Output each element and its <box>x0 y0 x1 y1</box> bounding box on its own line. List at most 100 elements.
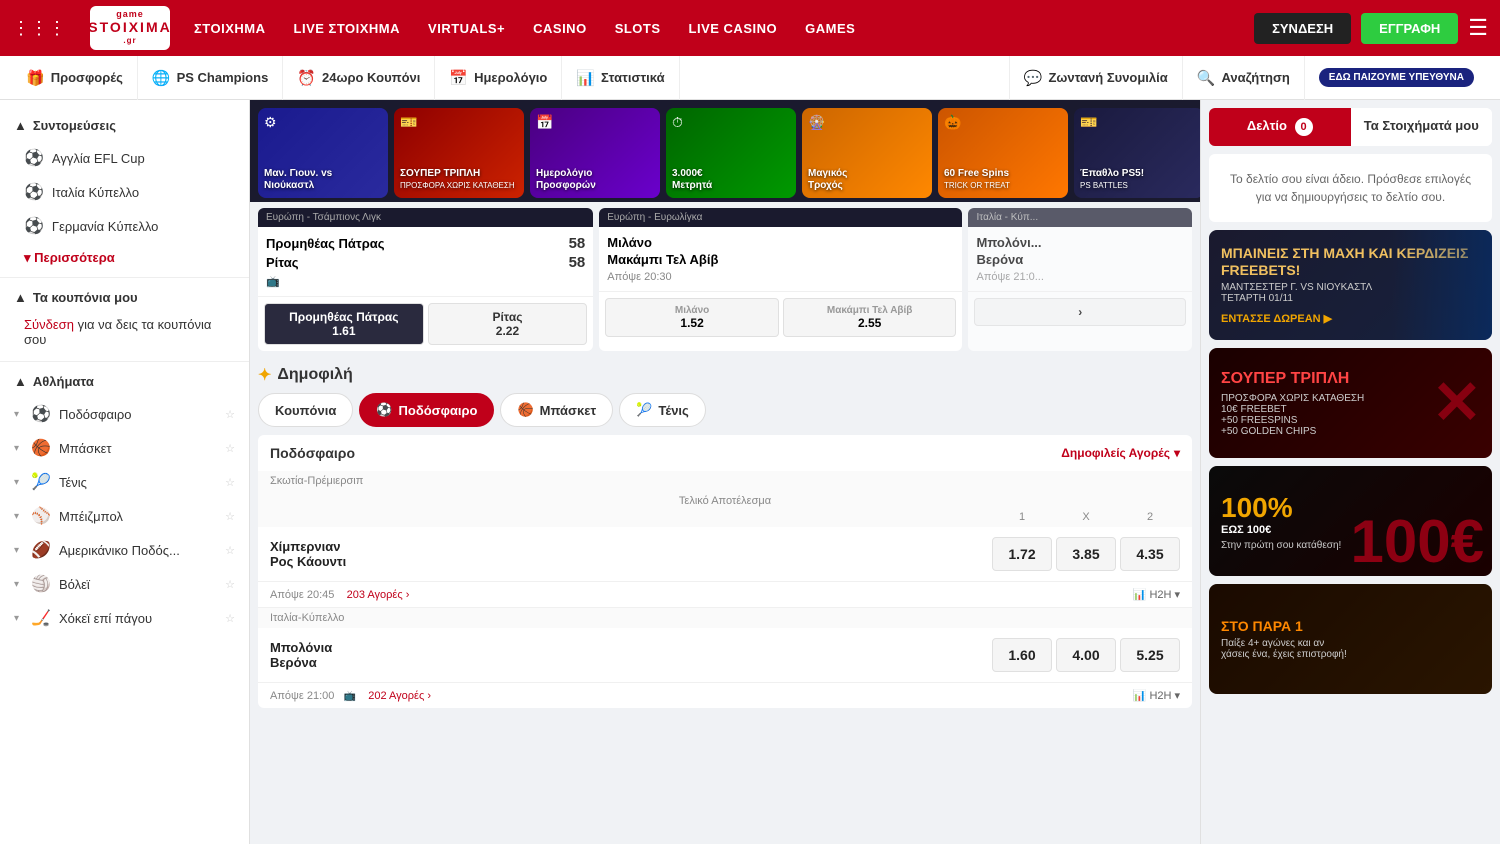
live-card-euro: Ευρώπη - Ευρωλίγκα Μιλάνο Μακάμπι Τελ Αβ… <box>599 208 962 351</box>
promo-banner-100[interactable]: 100% ΕΩΣ 100€ Στην πρώτη σου κατάθεση! 1… <box>1209 466 1492 576</box>
odd-btn-1-2[interactable]: 4.35 <box>1120 537 1180 571</box>
live-btn-odd1[interactable]: Μιλάνο 1.52 <box>605 298 779 337</box>
promo-card-4[interactable]: 🎡 ΜαγικόςΤροχός <box>802 108 932 198</box>
soccer-icon-3: ⚽ <box>24 216 44 236</box>
match-team2-2: Βερόνα <box>270 655 984 670</box>
promo-banner-para1-sub: Παίξε 4+ αγώνες και ανχάσεις ένα, έχεις … <box>1221 638 1480 660</box>
h2h-btn-2[interactable]: 📊 H2H ▾ <box>1133 689 1180 702</box>
nav-responsible[interactable]: ΕΔΩ ΠΑΙΖΟΥΜΕ ΥΠΕΥΘΥΝΑ <box>1304 56 1488 100</box>
odd-btn-1-x[interactable]: 3.85 <box>1056 537 1116 571</box>
betslip-tab-active[interactable]: Δελτίο 0 <box>1209 108 1351 146</box>
promo-card-2[interactable]: 📅 ΗμερολόγιοΠροσφορών <box>530 108 660 198</box>
sports-header[interactable]: ▲ Αθλήματα <box>0 366 249 397</box>
nav-slots[interactable]: SLOTS <box>615 21 661 36</box>
tab-tennis[interactable]: 🎾 Τένις <box>619 393 706 427</box>
match-footer-2: Απόψε 21:00 📺 202 Αγορές › 📊 H2H ▾ <box>258 683 1192 708</box>
star-icon-3[interactable]: ☆ <box>225 476 235 489</box>
promo-card-6[interactable]: 🎫 Έπαθλο PS5!PS BATTLES <box>1074 108 1200 198</box>
sidebar-item-efl[interactable]: ⚽ Αγγλία EFL Cup <box>0 141 249 175</box>
nav-virtuals[interactable]: VIRTUALS+ <box>428 21 505 36</box>
live-btn-team1-label: Προμηθέας Πάτρας <box>269 310 419 324</box>
markets-arrow-2: › <box>427 690 431 702</box>
promo-card-0[interactable]: ⚙ Μαν. Γιουν. vsΝιούκαστλ <box>258 108 388 198</box>
coupons-header[interactable]: ▲ Τα κουπόνια μου <box>0 282 249 313</box>
star-icon-2[interactable]: ☆ <box>225 442 235 455</box>
sidebar-sport-tennis[interactable]: ▾ 🎾 Τένις ☆ <box>0 465 249 499</box>
arrow-up-icon-2: ▲ <box>14 290 27 305</box>
nav-calendar[interactable]: 📅 Ημερολόγιο <box>435 56 562 100</box>
arrow-down-icon-8: ▾ <box>14 613 19 624</box>
live-next-btn[interactable]: › <box>974 298 1186 326</box>
promo-icon-4: 🎡 <box>808 114 825 131</box>
left-sidebar: ▲ Συντομεύσεις ⚽ Αγγλία EFL Cup ⚽ Ιταλία… <box>0 100 250 844</box>
sport-american-football-label: Αμερικάνικο Ποδός... <box>59 543 180 558</box>
star-icon-4[interactable]: ☆ <box>225 510 235 523</box>
odd-btn-2-1[interactable]: 1.60 <box>992 638 1052 672</box>
shortcuts-header[interactable]: ▲ Συντομεύσεις <box>0 110 249 141</box>
nav-24hr-label: 24ωρο Κουπόνι <box>322 70 420 85</box>
sidebar-item-italy[interactable]: ⚽ Ιταλία Κύπελλο <box>0 175 249 209</box>
center-content: ⚙ Μαν. Γιουν. vsΝιούκαστλ 🎫 ΣΟΥΠΕΡ ΤΡΙΠΛ… <box>250 100 1200 844</box>
sidebar-sport-hockey[interactable]: ▾ 🏒 Χόκεϊ επί πάγου ☆ <box>0 601 249 635</box>
sidebar-sport-volleyball[interactable]: ▾ 🏐 Βόλεϊ ☆ <box>0 567 249 601</box>
betslip-tab-label: Δελτίο <box>1247 118 1287 133</box>
promo-banner-freebets[interactable]: ΜΠΑΙΝΕΙΣ ΣΤΗ ΜΑΧΗ ΚΑΙ ΚΕΡΔΙΖΕΙΣ FREEBETS… <box>1209 230 1492 340</box>
promo-card-5[interactable]: 🎃 60 Free SpinsTRICK OR TREAT <box>938 108 1068 198</box>
live-btn-odd2[interactable]: Μακάμπι Τελ Αβίβ 2.55 <box>783 298 957 337</box>
grid-icon[interactable]: ⋮⋮⋮ <box>12 18 66 39</box>
nav-live-chat[interactable]: 💬 Ζωντανή Συνομιλία <box>1009 56 1182 100</box>
markets-count-1[interactable]: 203 Αγορές <box>347 589 403 601</box>
register-button[interactable]: ΕΓΓΡΑΦΗ <box>1361 13 1458 44</box>
my-bets-tab[interactable]: Τα Στοιχήματά μου <box>1351 108 1493 146</box>
signin-button[interactable]: ΣΥΝΔΕΣΗ <box>1254 13 1351 44</box>
live-card-italy: Ιταλία - Κύπ... Μπολόνι... Βερόνα Απόψε … <box>968 208 1192 351</box>
live-btn-team1[interactable]: Προμηθέας Πάτρας 1.61 <box>264 303 424 345</box>
nav-chat-label: Ζωντανή Συνομιλία <box>1048 70 1167 85</box>
promo-card-1[interactable]: 🎫 ΣΟΥΠΕΡ ΤΡΙΠΛΗΠΡΟΣΦΟΡΑ ΧΩΡΙΣ ΚΑΤΑΘΕΣΗ <box>394 108 524 198</box>
login-link[interactable]: Σύνδεση <box>24 317 74 332</box>
nav-casino[interactable]: CASINO <box>533 21 587 36</box>
star-icon-7[interactable]: ☆ <box>225 612 235 625</box>
promo-banner-triple[interactable]: ΣΟΥΠΕΡ ΤΡΙΠΛΗ ΠΡΟΣΦΟΡΑ ΧΩΡΙΣ ΚΑΤΑΘΕΣΗ10€… <box>1209 348 1492 458</box>
tab-coupons[interactable]: Κουπόνια <box>258 393 353 427</box>
sidebar-efl-label: Αγγλία EFL Cup <box>52 151 145 166</box>
nav-stoixima[interactable]: ΣΤΟΙΧΗΜΑ <box>194 21 266 36</box>
nav-search[interactable]: 🔍 Αναζήτηση <box>1182 56 1304 100</box>
nav-live-casino[interactable]: LIVE CASINO <box>689 21 778 36</box>
live-card-footer-3: › <box>968 291 1192 332</box>
popular-section: ✦ Δημοφιλή Κουπόνια ⚽ Ποδόσφαιρο 🏀 Μπάσκ… <box>250 357 1200 708</box>
star-icon[interactable]: ☆ <box>225 408 235 421</box>
sidebar-sport-american-football[interactable]: ▾ 🏈 Αμερικάνικο Ποδός... ☆ <box>0 533 249 567</box>
sidebar-sport-basketball[interactable]: ▾ 🏀 Μπάσκετ ☆ <box>0 431 249 465</box>
nav-24hr-coupon[interactable]: ⏰ 24ωρο Κουπόνι <box>283 56 435 100</box>
nav-offers[interactable]: 🎁 Προσφορές <box>12 56 138 100</box>
popular-tabs: Κουπόνια ⚽ Ποδόσφαιρο 🏀 Μπάσκετ 🎾 Τένις <box>258 393 1192 427</box>
sidebar-more-shortcuts[interactable]: ▾ Περισσότερα <box>0 243 249 273</box>
popular-markets-link[interactable]: Δημοφιλείς Αγορές ▾ <box>1061 446 1180 460</box>
promo-card-3[interactable]: ⏱ 3.000€Μετρητά <box>666 108 796 198</box>
hamburger-icon[interactable]: ☰ <box>1468 15 1488 41</box>
h2h-btn-1[interactable]: 📊 H2H ▾ <box>1133 588 1180 601</box>
arrow-down-icon: ▾ <box>24 250 34 265</box>
sidebar-item-germany[interactable]: ⚽ Γερμανία Κύπελλο <box>0 209 249 243</box>
odd-btn-1-1[interactable]: 1.72 <box>992 537 1052 571</box>
logo-area[interactable]: gameSTOIXIMA.gr <box>90 6 170 50</box>
odd-value-1-1: 1.72 <box>1005 546 1039 562</box>
odd-label-1: Μιλάνο <box>610 305 774 316</box>
nav-games[interactable]: GAMES <box>805 21 855 36</box>
nav-statistics[interactable]: 📊 Στατιστικά <box>562 56 679 100</box>
markets-count-2[interactable]: 202 Αγορές <box>368 690 424 702</box>
star-icon-6[interactable]: ☆ <box>225 578 235 591</box>
odd-btn-2-x[interactable]: 4.00 <box>1056 638 1116 672</box>
live-btn-team2[interactable]: Ρίτας 2.22 <box>428 303 588 345</box>
nav-live-stoixima[interactable]: LIVE ΣΤΟΙΧΗΜΑ <box>294 21 401 36</box>
promo-banner-para1[interactable]: ΣΤΟ ΠΑΡΑ 1 Παίξε 4+ αγώνες και ανχάσεις … <box>1209 584 1492 694</box>
betslip-tabs: Δελτίο 0 Τα Στοιχήματά μου <box>1209 108 1492 146</box>
sidebar-sport-baseball[interactable]: ▾ ⚾ Μπέιζμπολ ☆ <box>0 499 249 533</box>
nav-ps-champions[interactable]: 🌐 PS Champions <box>138 56 283 100</box>
odd-btn-2-2[interactable]: 5.25 <box>1120 638 1180 672</box>
tab-basketball[interactable]: 🏀 Μπάσκετ <box>500 393 613 427</box>
star-icon-5[interactable]: ☆ <box>225 544 235 557</box>
sidebar-sport-football[interactable]: ▾ ⚽ Ποδόσφαιρο ☆ <box>0 397 249 431</box>
tab-football[interactable]: ⚽ Ποδόσφαιρο <box>359 393 494 427</box>
